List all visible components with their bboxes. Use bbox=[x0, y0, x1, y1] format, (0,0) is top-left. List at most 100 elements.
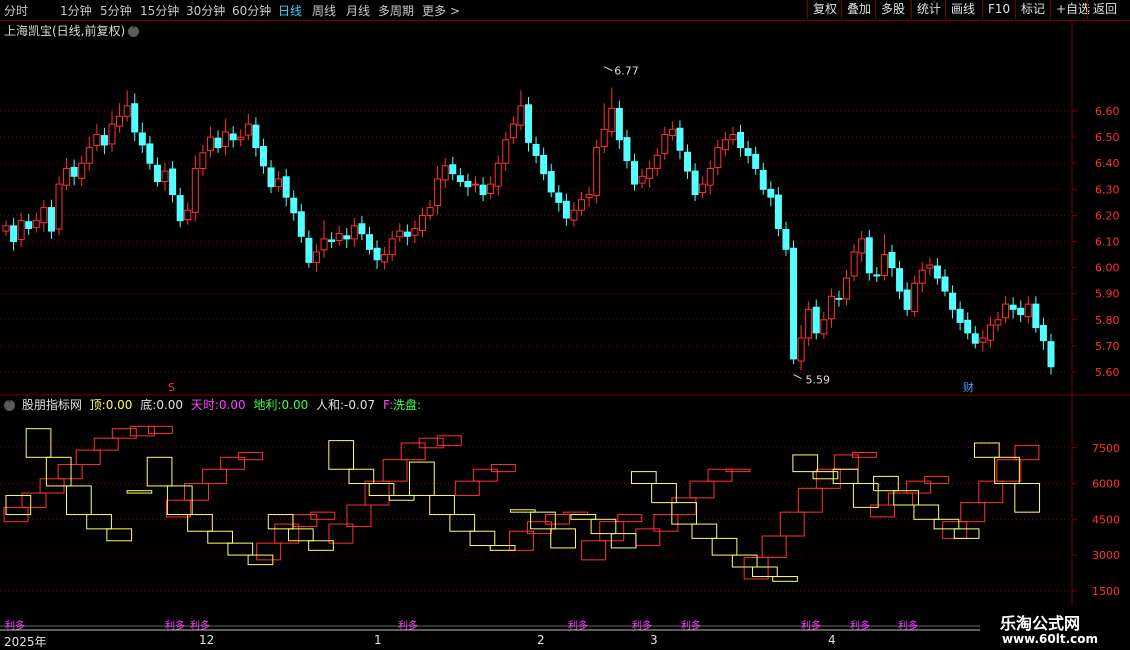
candle-body bbox=[744, 148, 752, 156]
yellow-step-block bbox=[66, 485, 92, 516]
bottom-signal-label: 利多 bbox=[190, 619, 210, 632]
candle-body bbox=[790, 247, 798, 360]
ind-bottom-value: 0.00 bbox=[156, 398, 184, 412]
candle-body bbox=[55, 183, 63, 230]
yellow-step-block bbox=[630, 471, 657, 485]
red-step-block bbox=[581, 540, 607, 561]
candle-body bbox=[600, 128, 608, 148]
ind-dili-label: 地利: bbox=[253, 398, 282, 412]
bottom-signal-label: 利多 bbox=[681, 619, 701, 632]
candle-body bbox=[275, 178, 283, 188]
red-step-block bbox=[310, 511, 336, 520]
ind-dili-value: 0.00 bbox=[281, 398, 309, 412]
candle-body bbox=[297, 211, 305, 237]
yellow-step-block bbox=[25, 428, 52, 458]
chart-title: 上海凯宝(日线,前复权) ˅ bbox=[4, 22, 140, 39]
yellow-step-block bbox=[146, 456, 173, 487]
red-step-block bbox=[202, 468, 228, 485]
candle-body bbox=[169, 168, 177, 196]
price-tick-label: 5.60 bbox=[1095, 366, 1120, 379]
candle-body bbox=[691, 170, 699, 196]
chevron-down-icon[interactable]: ˅ bbox=[128, 26, 140, 37]
candle-body bbox=[93, 134, 101, 146]
yellow-step-block bbox=[388, 494, 415, 501]
candle-body bbox=[721, 139, 729, 151]
candle-body bbox=[615, 107, 623, 141]
candle-body bbox=[10, 225, 18, 243]
candle-body bbox=[858, 238, 866, 254]
red-step-block bbox=[256, 542, 282, 561]
candle-body bbox=[237, 136, 245, 141]
candle-body bbox=[873, 274, 881, 277]
red-step-block bbox=[689, 480, 715, 499]
candle-body bbox=[426, 207, 434, 216]
candle-body bbox=[547, 171, 555, 193]
candle-body bbox=[684, 151, 692, 172]
ind-tick-label: 6000 bbox=[1092, 478, 1120, 491]
yellow-step-block bbox=[1014, 483, 1041, 513]
candle-body bbox=[229, 133, 237, 141]
site-logo: 乐淘公式网 www.60lt.com bbox=[980, 606, 1130, 650]
yellow-step-block bbox=[409, 461, 435, 496]
candle-body bbox=[116, 115, 124, 127]
chevron-down-icon[interactable]: ˅ bbox=[4, 400, 15, 411]
price-tick-label: 5.80 bbox=[1095, 314, 1120, 327]
red-step-block bbox=[996, 459, 1022, 482]
yellow-step-block bbox=[328, 440, 355, 470]
candle-body bbox=[638, 175, 646, 184]
candle-body bbox=[373, 247, 381, 261]
bottom-signal-label: 利多 bbox=[850, 619, 870, 632]
ind-f-label: F: bbox=[382, 398, 393, 412]
candle-body bbox=[752, 153, 760, 169]
date-month-1: 1 bbox=[374, 633, 382, 647]
yellow-step-block bbox=[731, 554, 758, 568]
indicator-legend: ˅ 股朋指标网 顶:0.00 底:0.00 天时:0.00 地利:0.00 人和… bbox=[4, 396, 425, 413]
signal-s-marker: S bbox=[168, 381, 175, 394]
red-step-block bbox=[220, 456, 246, 470]
ind-tick-label: 4500 bbox=[1092, 513, 1120, 526]
yellow-step-block bbox=[308, 540, 334, 551]
price-tick-label: 6.10 bbox=[1095, 236, 1120, 249]
candle-body bbox=[631, 161, 639, 185]
candle-body bbox=[365, 234, 373, 250]
red-step-block bbox=[364, 480, 390, 506]
candle-body bbox=[1039, 325, 1047, 342]
kline-chart[interactable]: 利多 利多 利多 利多 利多 利多 利多 利多 利多 利多 5.605.705.805.906.0… bbox=[0, 0, 1130, 650]
candle-body bbox=[525, 104, 532, 143]
candle-body bbox=[471, 183, 479, 186]
red-step-block bbox=[671, 497, 697, 516]
candle-body bbox=[759, 170, 767, 190]
candle-body bbox=[820, 319, 828, 335]
yellow-step-block bbox=[691, 523, 718, 539]
candle-body bbox=[131, 103, 139, 133]
yellow-step-block bbox=[5, 494, 32, 516]
candle-body bbox=[926, 264, 934, 269]
candle-body bbox=[32, 220, 40, 228]
red-step-block bbox=[111, 428, 137, 439]
candle-body bbox=[184, 209, 192, 221]
candle-body bbox=[653, 154, 661, 169]
price-tick-label: 5.90 bbox=[1095, 288, 1120, 301]
candle-body bbox=[986, 324, 994, 341]
yellow-step-block bbox=[227, 542, 254, 556]
candle-body bbox=[1047, 341, 1055, 368]
candle-body bbox=[888, 251, 896, 269]
candle-body bbox=[797, 337, 805, 362]
candle-body bbox=[608, 107, 616, 132]
yellow-step-block bbox=[852, 483, 879, 508]
candle-body bbox=[214, 137, 222, 149]
red-step-block bbox=[382, 459, 408, 482]
candle-body bbox=[668, 128, 676, 137]
yellow-step-block bbox=[429, 494, 455, 516]
candle-body bbox=[964, 319, 972, 334]
candle-body bbox=[358, 223, 366, 235]
yellow-step-block bbox=[570, 514, 597, 520]
red-step-block bbox=[978, 480, 1004, 504]
date-month-12: 12 bbox=[199, 633, 215, 647]
candle-body bbox=[267, 167, 275, 188]
logo-url: www.60lt.com bbox=[1002, 632, 1099, 646]
candle-body bbox=[40, 207, 48, 224]
red-step-block bbox=[617, 514, 643, 523]
candle-body bbox=[206, 136, 214, 152]
bottom-signal-label: 利多 bbox=[398, 619, 418, 632]
